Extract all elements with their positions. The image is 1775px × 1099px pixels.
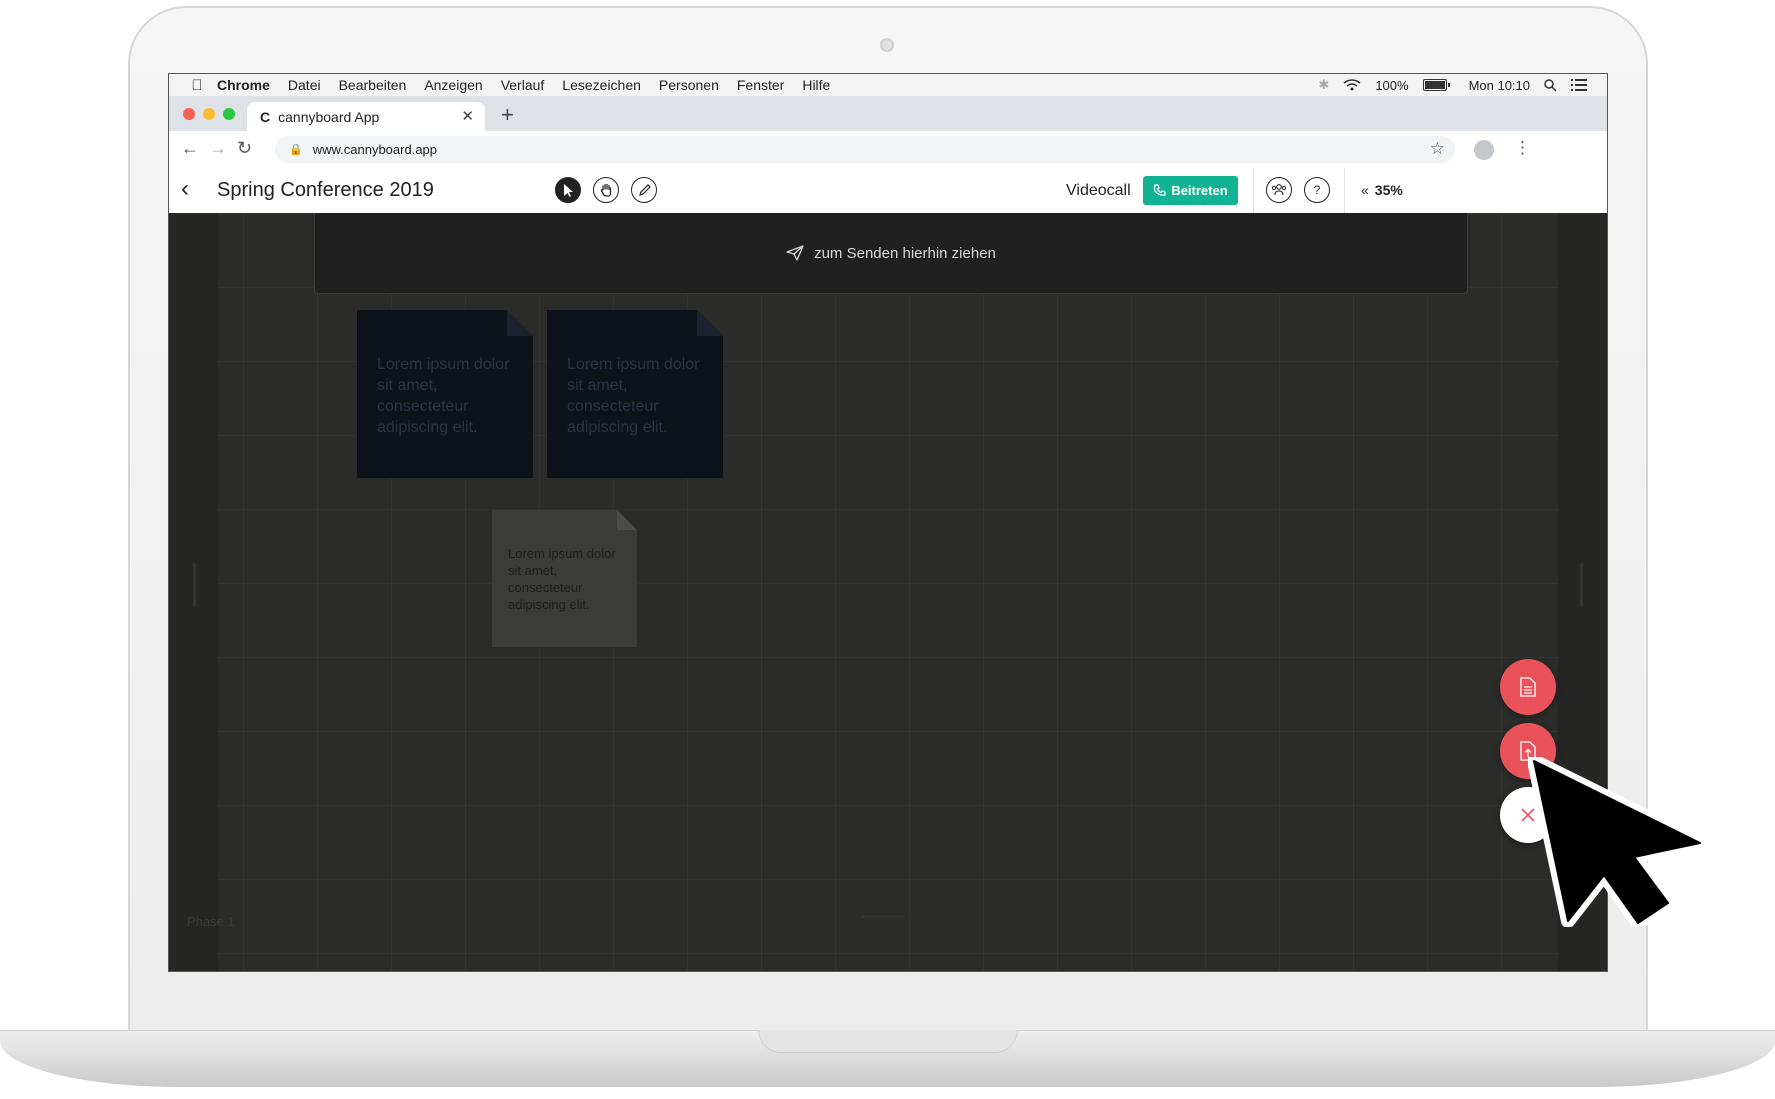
sticky-note-text: Lorem ipsum dolor sit amet, consecteteur… (377, 356, 510, 436)
notification-center-icon[interactable] (1571, 79, 1587, 91)
mouse-pointer-icon (1528, 757, 1707, 927)
reload-icon[interactable]: ↻ (237, 138, 252, 159)
lock-icon[interactable]: 🔒 (289, 143, 303, 156)
add-document-button[interactable] (1500, 659, 1556, 715)
window-controls (183, 108, 235, 120)
browser-tabstrip: C cannyboard App ✕ + (169, 96, 1607, 131)
back-chevron-icon[interactable]: ‹ (181, 175, 189, 203)
document-note-text: Lorem ipsum dolor sit amet, consecteteur… (508, 546, 616, 612)
sticky-note[interactable]: Lorem ipsum dolor sit amet, consecteteur… (357, 310, 533, 478)
bookmark-star-icon[interactable]: ☆ (1430, 139, 1445, 159)
battery-icon[interactable] (1422, 79, 1450, 91)
sticky-note[interactable]: Lorem ipsum dolor sit amet, consecteteur… (547, 310, 723, 478)
battery-percent: 100% (1375, 77, 1409, 93)
bluetooth-icon[interactable]: ✱ (1318, 77, 1329, 93)
apple-icon[interactable]:  (189, 77, 205, 94)
dropzone-label: zum Senden hierhin ziehen (814, 244, 996, 262)
new-tab-icon[interactable]: + (501, 102, 514, 128)
profile-avatar-icon[interactable] (1474, 140, 1494, 160)
header-divider (1253, 168, 1254, 213)
document-icon (1520, 677, 1536, 697)
menu-datei[interactable]: Datei (288, 77, 321, 93)
right-panel-grip[interactable] (1580, 563, 1583, 607)
paper-plane-icon (786, 245, 804, 261)
app-header: ‹ Spring Conference 2019 Videocall Beitr… (169, 168, 1607, 214)
send-dropzone[interactable]: zum Senden hierhin ziehen (314, 213, 1468, 294)
clock[interactable]: Mon 10:10 (1469, 78, 1530, 93)
sticky-note-fold (697, 310, 723, 336)
menu-hilfe[interactable]: Hilfe (802, 77, 830, 93)
screen:  Chrome Datei Bearbeiten Anzeigen Verla… (168, 73, 1608, 972)
address-bar[interactable]: 🔒 www.cannyboard.app ☆ (275, 136, 1455, 163)
board-title: Spring Conference 2019 (217, 179, 434, 201)
close-tab-icon[interactable]: ✕ (461, 107, 474, 125)
menu-lesezeichen[interactable]: Lesezeichen (562, 77, 641, 93)
bottom-panel-grip[interactable] (861, 915, 905, 918)
zoom-window-button[interactable] (223, 108, 235, 120)
participants-button[interactable] (1266, 177, 1292, 203)
document-note-fold (617, 510, 637, 530)
spotlight-search-icon[interactable] (1544, 78, 1557, 92)
videocall-label: Videocall (1066, 182, 1131, 199)
hand-icon (600, 183, 611, 197)
header-divider (1344, 168, 1345, 213)
menu-fenster[interactable]: Fenster (737, 77, 784, 93)
menu-personen[interactable]: Personen (659, 77, 719, 93)
sticky-note-text: Lorem ipsum dolor sit amet, consecteteur… (567, 356, 700, 436)
left-panel-grip[interactable] (193, 563, 196, 607)
browser-tab[interactable]: C cannyboard App ✕ (247, 102, 485, 131)
tab-title: cannyboard App (278, 108, 380, 125)
menu-app-name[interactable]: Chrome (217, 77, 270, 93)
cannyboard-favicon-icon: C (260, 108, 271, 125)
url-text: www.cannyboard.app (312, 142, 438, 157)
browser-toolbar: ← → ↻ 🔒 www.cannyboard.app ☆ ⋮ (169, 131, 1607, 169)
menu-anzeigen[interactable]: Anzeigen (424, 77, 482, 93)
zoom-control[interactable]: « 35% (1361, 182, 1403, 198)
laptop-notch (758, 1030, 1018, 1053)
macos-menubar:  Chrome Datei Bearbeiten Anzeigen Verla… (169, 74, 1607, 97)
select-tool-button[interactable] (555, 177, 581, 203)
draw-tool-button[interactable] (631, 177, 657, 203)
pan-tool-button[interactable] (593, 177, 619, 203)
forward-arrow-icon[interactable]: → (209, 138, 227, 159)
pen-icon (638, 183, 651, 196)
collapse-chevrons-icon[interactable]: « (1361, 182, 1369, 198)
help-button[interactable]: ? (1304, 177, 1330, 203)
board-canvas[interactable]: zum Senden hierhin ziehen Lorem ipsum do… (169, 213, 1607, 971)
join-call-button[interactable]: Beitreten (1143, 176, 1238, 205)
minimize-window-button[interactable] (203, 108, 215, 120)
menu-bearbeiten[interactable]: Bearbeiten (339, 77, 407, 93)
sticky-note-fold (507, 310, 533, 336)
back-arrow-icon[interactable]: ← (181, 138, 199, 159)
people-icon (1271, 184, 1287, 196)
join-call-label: Beitreten (1171, 183, 1228, 198)
zoom-level: 35% (1374, 182, 1403, 198)
pointer-icon (563, 183, 573, 197)
webcam (880, 38, 894, 52)
tool-selector (555, 177, 657, 203)
document-note[interactable]: Lorem ipsum dolor sit amet, consecteteur… (492, 510, 637, 647)
wifi-icon[interactable] (1343, 79, 1361, 91)
close-window-button[interactable] (183, 108, 195, 120)
menu-verlauf[interactable]: Verlauf (501, 77, 545, 93)
browser-menu-icon[interactable]: ⋮ (1514, 138, 1531, 158)
left-panel-edge (169, 213, 218, 971)
phase-label: Phase 1 (187, 914, 235, 929)
status-area: ✱ 100% Mon 10:10 (1318, 74, 1587, 96)
phone-icon (1154, 184, 1166, 196)
